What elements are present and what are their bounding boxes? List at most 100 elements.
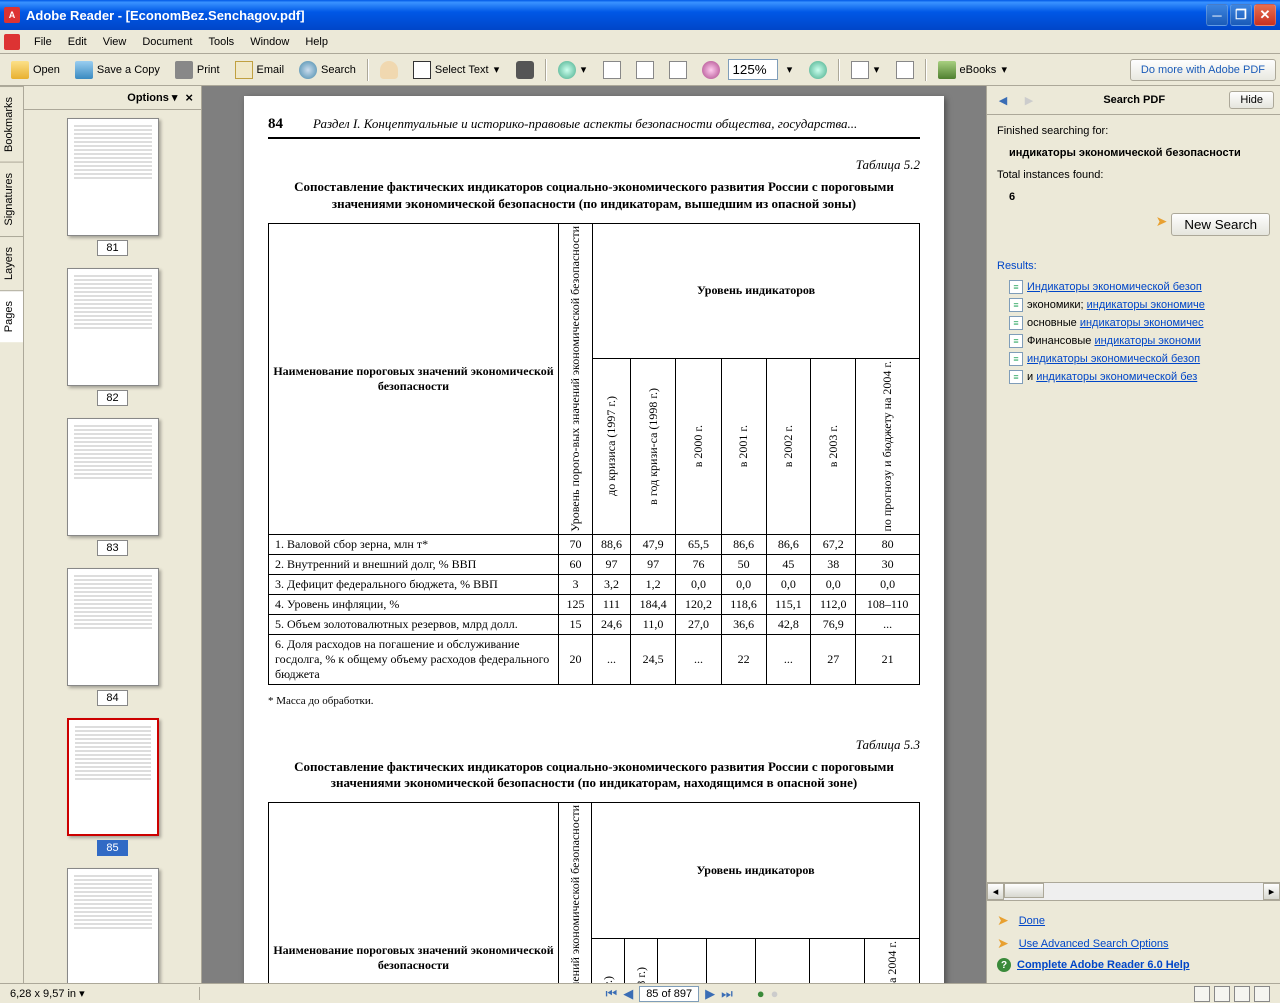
thumbnail-item[interactable]: 86 bbox=[32, 868, 193, 983]
email-button[interactable]: Email bbox=[228, 57, 292, 83]
tab-bookmarks[interactable]: Bookmarks bbox=[0, 86, 23, 162]
tab-signatures[interactable]: Signatures bbox=[0, 162, 23, 236]
menu-file[interactable]: File bbox=[26, 34, 60, 50]
new-search-button[interactable]: New Search bbox=[1171, 213, 1270, 236]
select-text-button[interactable]: Select Text▾ bbox=[406, 57, 508, 83]
separator bbox=[367, 59, 369, 81]
continuous-view-button[interactable] bbox=[1214, 986, 1230, 1002]
search-result-item[interactable]: основные индикаторы экономичес bbox=[997, 314, 1270, 332]
chevron-down-icon: ▾ bbox=[580, 63, 588, 76]
search-result-item[interactable]: Финансовые индикаторы экономи bbox=[997, 332, 1270, 350]
search-hide-button[interactable]: Hide bbox=[1229, 91, 1274, 109]
plus-icon bbox=[809, 61, 827, 79]
data-table-53: Наименование пороговых значений экономич… bbox=[268, 802, 920, 983]
last-page-button[interactable]: ⏭ bbox=[721, 986, 733, 1002]
next-page-button[interactable]: ▶ bbox=[705, 986, 715, 1002]
result-icon bbox=[1009, 352, 1023, 366]
separator bbox=[925, 59, 927, 81]
search-back-button[interactable]: ◀ bbox=[993, 90, 1013, 110]
search-result-item[interactable]: экономики; индикаторы экономиче bbox=[997, 296, 1270, 314]
first-page-button[interactable]: ⏮ bbox=[605, 986, 617, 1002]
help-icon: ? bbox=[997, 958, 1011, 972]
zoom-out-button[interactable] bbox=[695, 57, 727, 83]
tab-layers[interactable]: Layers bbox=[0, 236, 23, 290]
table-label: Таблица 5.3 bbox=[268, 737, 920, 753]
folder-icon bbox=[11, 61, 29, 79]
fit-width-button[interactable] bbox=[662, 57, 694, 83]
adobe-promo-link[interactable]: Do more with Adobe PDF bbox=[1130, 59, 1276, 81]
arrow-icon: ➤ bbox=[997, 935, 1009, 952]
result-icon bbox=[1009, 298, 1023, 312]
scroll-right-button[interactable]: ▸ bbox=[1263, 883, 1280, 900]
zoom-dropdown[interactable]: ▾ bbox=[779, 59, 801, 80]
print-button[interactable]: Print bbox=[168, 57, 227, 83]
result-icon bbox=[1009, 370, 1023, 384]
search-done-link[interactable]: Done bbox=[1019, 915, 1045, 927]
toolbar: Open Save a Copy Print Email Search Sele… bbox=[0, 54, 1280, 86]
zoom-in-plus-button[interactable] bbox=[802, 57, 834, 83]
search-forward-button[interactable]: ▶ bbox=[1019, 90, 1039, 110]
minimize-button[interactable]: ─ bbox=[1206, 4, 1228, 26]
result-icon bbox=[1009, 334, 1023, 348]
read-button[interactable]: ▾ bbox=[844, 57, 888, 83]
hand-tool-button[interactable] bbox=[373, 57, 405, 83]
separator bbox=[545, 59, 547, 81]
separator bbox=[838, 59, 840, 81]
thumbnails-list[interactable]: 8182838485 86 bbox=[24, 110, 201, 983]
menu-document[interactable]: Document bbox=[134, 34, 200, 50]
help-link[interactable]: Complete Adobe Reader 6.0 Help bbox=[1017, 959, 1190, 971]
book-icon bbox=[938, 61, 956, 79]
menu-view[interactable]: View bbox=[95, 34, 135, 50]
search-term: индикаторы экономической безопасности bbox=[1009, 147, 1270, 159]
thumbnail-item[interactable]: 84 bbox=[32, 568, 193, 706]
search-button[interactable]: Search bbox=[292, 57, 363, 83]
tab-pages[interactable]: Pages bbox=[0, 290, 23, 342]
menu-help[interactable]: Help bbox=[297, 34, 336, 50]
back-view-button[interactable]: ● bbox=[757, 986, 765, 1001]
printer-icon bbox=[175, 61, 193, 79]
menu-window[interactable]: Window bbox=[242, 34, 297, 50]
table-label: Таблица 5.2 bbox=[268, 157, 920, 173]
scroll-thumb[interactable] bbox=[1004, 883, 1044, 898]
zoom-input[interactable] bbox=[728, 59, 778, 80]
pdf-page: 84 Раздел I. Концептуальные и историко-п… bbox=[244, 96, 944, 983]
page-indicator[interactable]: 85 of 897 bbox=[639, 986, 699, 1002]
single-page-view-button[interactable] bbox=[1194, 986, 1210, 1002]
results-label: Results: bbox=[997, 260, 1270, 272]
search-result-item[interactable]: Индикаторы экономической безоп bbox=[997, 278, 1270, 296]
actual-size-button[interactable] bbox=[596, 57, 628, 83]
thumbnail-item[interactable]: 83 bbox=[32, 418, 193, 556]
fit-page-button[interactable] bbox=[629, 57, 661, 83]
scroll-left-button[interactable]: ◂ bbox=[987, 883, 1004, 900]
search-result-item[interactable]: индикаторы экономической безоп bbox=[997, 350, 1270, 368]
zoom-in-button[interactable]: ▾ bbox=[551, 57, 595, 83]
search-results-scrollbar[interactable]: ◂ ▸ bbox=[987, 882, 1280, 900]
close-button[interactable]: ✕ bbox=[1254, 4, 1276, 26]
menu-tools[interactable]: Tools bbox=[201, 34, 243, 50]
pages-options-button[interactable]: Options ▾ bbox=[127, 91, 177, 104]
search-icon bbox=[299, 61, 317, 79]
snapshot-button[interactable] bbox=[509, 57, 541, 83]
navigation-tabs: Bookmarks Signatures Layers Pages bbox=[0, 86, 24, 983]
thumbnail-item[interactable]: 85 bbox=[32, 718, 193, 856]
ebooks-button[interactable]: eBooks▾ bbox=[931, 57, 1016, 83]
document-scroll[interactable]: 84 Раздел I. Концептуальные и историко-п… bbox=[202, 86, 986, 983]
review-button[interactable] bbox=[889, 57, 921, 83]
pages-close-button[interactable]: × bbox=[185, 90, 193, 105]
thumbnail-item[interactable]: 81 bbox=[32, 118, 193, 256]
thumbnail-item[interactable]: 82 bbox=[32, 268, 193, 406]
search-result-item[interactable]: и индикаторы экономической без bbox=[997, 368, 1270, 386]
maximize-button[interactable]: ❐ bbox=[1230, 4, 1252, 26]
save-copy-button[interactable]: Save a Copy bbox=[68, 57, 167, 83]
page-number: 84 bbox=[268, 116, 283, 133]
menu-edit[interactable]: Edit bbox=[60, 34, 95, 50]
open-button[interactable]: Open bbox=[4, 57, 67, 83]
result-icon bbox=[1009, 316, 1023, 330]
forward-view-button[interactable]: ● bbox=[771, 986, 779, 1001]
prev-page-button[interactable]: ◀ bbox=[623, 986, 633, 1002]
continuous-facing-view-button[interactable] bbox=[1254, 986, 1270, 1002]
app-icon-small bbox=[4, 34, 20, 50]
facing-view-button[interactable] bbox=[1234, 986, 1250, 1002]
table-title: Сопоставление фактических индикаторов со… bbox=[268, 759, 920, 793]
advanced-search-link[interactable]: Use Advanced Search Options bbox=[1019, 938, 1169, 950]
